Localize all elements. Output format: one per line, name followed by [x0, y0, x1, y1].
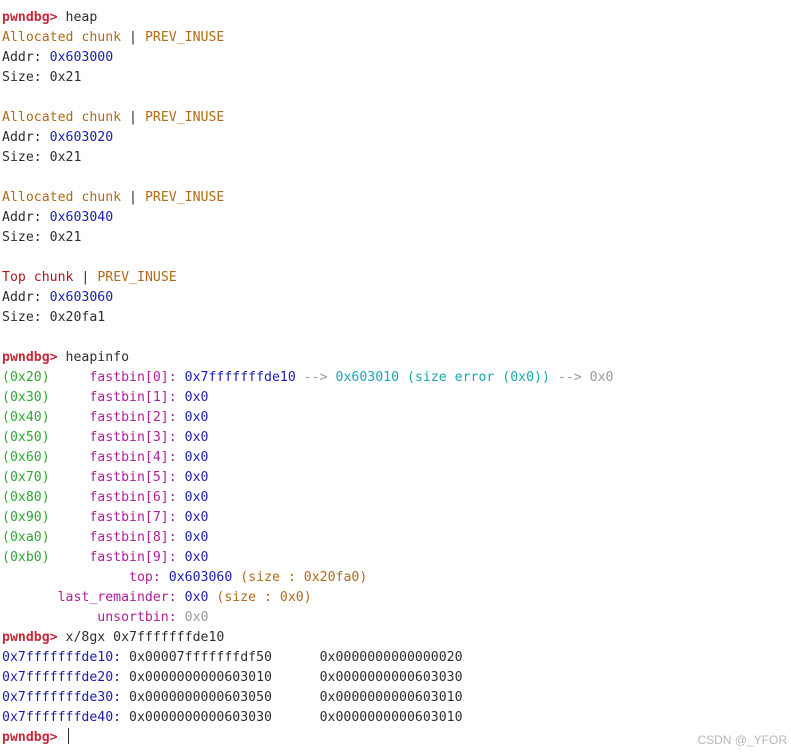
memory-row: 0x7fffffffde20: 0x0000000000603010 0x000…	[2, 670, 463, 685]
chunk-size: 0x20fa1	[49, 310, 106, 325]
chunk-addr: 0x603040	[49, 210, 114, 225]
prompt: pwndbg>	[2, 730, 58, 745]
chunk-size: 0x21	[49, 150, 82, 165]
chunk-size: 0x21	[49, 230, 82, 245]
fastbin-row: (0x80) fastbin[6]: 0x0	[2, 490, 209, 505]
command-text: heap	[65, 10, 98, 25]
prompt: pwndbg>	[2, 630, 58, 645]
chunk-type: Allocated chunk	[2, 190, 122, 205]
chunk-addr: 0x603060	[49, 290, 114, 305]
fastbin-row: (0xa0) fastbin[8]: 0x0	[2, 530, 209, 545]
command-line: pwndbg> heapinfo	[2, 348, 791, 368]
chunk-addr: 0x603020	[49, 130, 114, 145]
chunk-flag: PREV_INUSE	[144, 30, 225, 45]
watermark: CSDN @_YFOR	[697, 733, 787, 747]
memory-row: 0x7fffffffde10: 0x00007fffffffdf50 0x000…	[2, 650, 463, 665]
fastbin-row: (0x70) fastbin[5]: 0x0	[2, 470, 209, 485]
heap-chunk: Allocated chunk | PREV_INUSE Addr: 0x603…	[2, 30, 225, 85]
chunk-flag: PREV_INUSE	[144, 190, 225, 205]
heap-chunk: Allocated chunk | PREV_INUSE Addr: 0x603…	[2, 190, 225, 245]
fastbin-row: (0x40) fastbin[2]: 0x0	[2, 410, 209, 425]
fastbin-row: (0x60) fastbin[4]: 0x0	[2, 450, 209, 465]
fastbin-row: (0x30) fastbin[1]: 0x0	[2, 390, 209, 405]
chunk-size: 0x21	[49, 70, 82, 85]
fastbin-row: (0x20) fastbin[0]: 0x7fffffffde10 --> 0x…	[2, 370, 614, 385]
input-line[interactable]: pwndbg>	[2, 728, 791, 748]
top-chunk: Top chunk | PREV_INUSE Addr: 0x603060 Si…	[2, 270, 177, 325]
command-text: x/8gx 0x7fffffffde10	[65, 630, 225, 645]
terminal-output[interactable]: pwndbg> heap Allocated chunk | PREV_INUS…	[2, 8, 791, 748]
heap-chunk: Allocated chunk | PREV_INUSE Addr: 0x603…	[2, 110, 225, 165]
prompt: pwndbg>	[2, 350, 58, 365]
command-line: pwndbg> x/8gx 0x7fffffffde10	[2, 628, 791, 648]
prompt: pwndbg>	[2, 10, 58, 25]
chunk-addr: 0x603000	[49, 50, 114, 65]
chunk-flag: PREV_INUSE	[144, 110, 225, 125]
command-text: heapinfo	[65, 350, 130, 365]
command-line: pwndbg> heap	[2, 8, 791, 28]
text-cursor	[67, 728, 69, 744]
chunk-type: Allocated chunk	[2, 110, 122, 125]
last-remainder-row: last_remainder: 0x0 (size : 0x0)	[57, 590, 312, 605]
top-row: top: 0x603060 (size : 0x20fa0)	[129, 570, 368, 585]
memory-row: 0x7fffffffde30: 0x0000000000603050 0x000…	[2, 690, 463, 705]
chunk-flag: PREV_INUSE	[97, 270, 177, 285]
unsortbin-row: unsortbin: 0x0	[97, 610, 209, 625]
fastbin-row: (0xb0) fastbin[9]: 0x0	[2, 550, 209, 565]
memory-row: 0x7fffffffde40: 0x0000000000603030 0x000…	[2, 710, 463, 725]
fastbin-row: (0x90) fastbin[7]: 0x0	[2, 510, 209, 525]
fastbin-row: (0x50) fastbin[3]: 0x0	[2, 430, 209, 445]
chunk-type: Allocated chunk	[2, 30, 122, 45]
chunk-type: Top chunk	[2, 270, 74, 285]
